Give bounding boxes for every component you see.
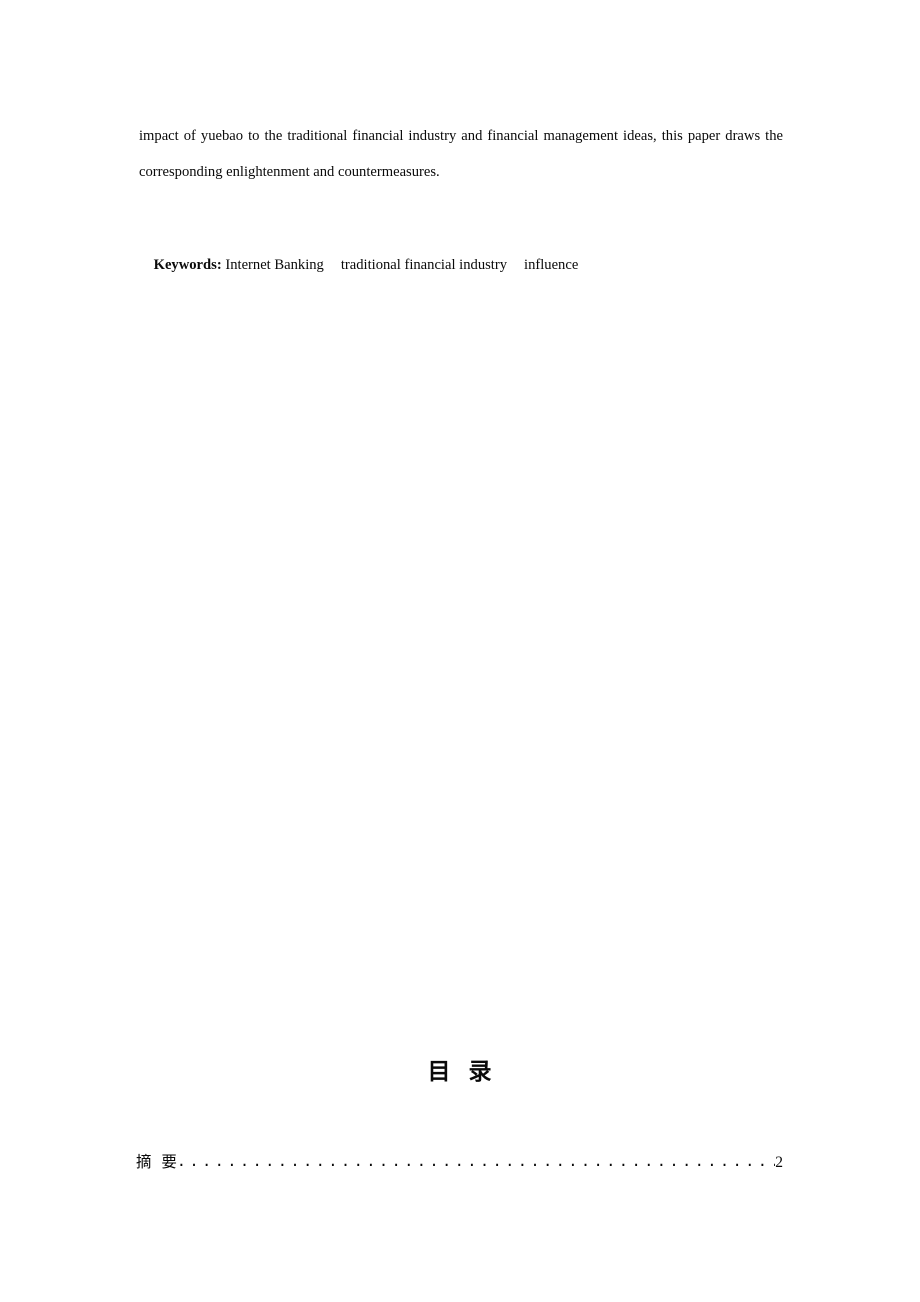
keyword-item-2: traditional financial industry [340,257,508,273]
toc-entry-abstract[interactable]: 摘 要 ....................................… [136,1147,783,1178]
document-page: impact of yuebao to the traditional fina… [0,0,920,1302]
toc-entry-dot-leader: ........................................… [176,1152,775,1170]
keyword-item-1: Internet Banking [225,257,324,273]
toc-heading-char-lu: 录 [468,1059,493,1085]
toc-heading: 目录 [0,1052,920,1086]
keyword-item-3: influence [524,257,579,273]
keywords-label: Keywords: [153,257,222,273]
keywords-line: Keywords: Internet Banking traditional fi… [139,226,799,304]
toc-list: 摘 要 ....................................… [136,1147,783,1178]
toc-entry-page-number: 2 [775,1154,783,1171]
toc-entry-title: 摘 要 [136,1153,177,1171]
toc-heading-char-mu: 目 [427,1059,452,1085]
abstract-body-paragraph: impact of yuebao to the traditional fina… [139,128,783,180]
